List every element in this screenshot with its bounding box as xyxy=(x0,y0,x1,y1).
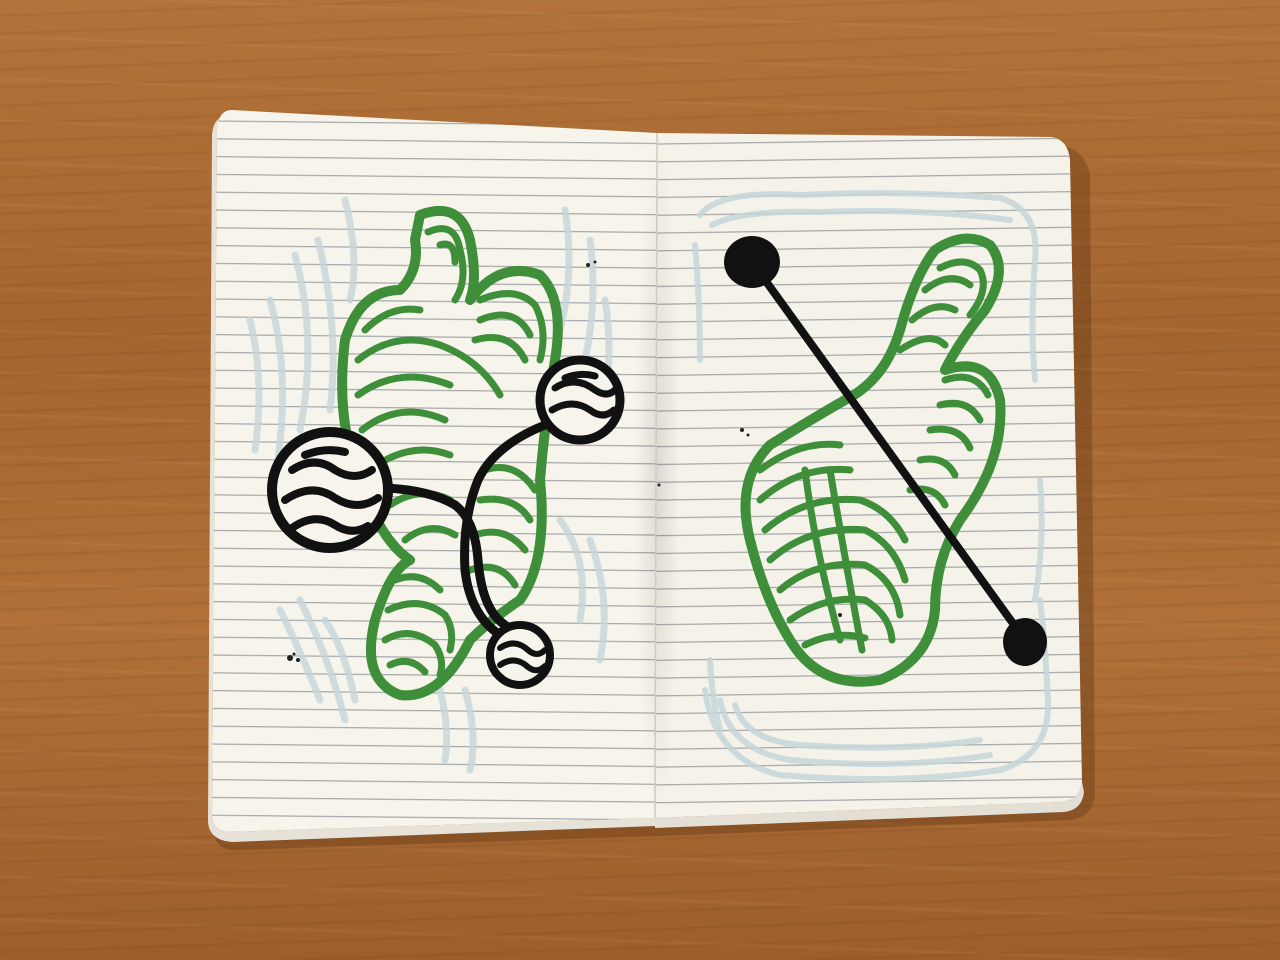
left-page-ruling xyxy=(212,115,657,832)
bottom-dot xyxy=(1003,618,1047,666)
photo-scene xyxy=(208,110,1095,850)
top-dot xyxy=(724,236,780,288)
spine-gutter xyxy=(635,130,680,822)
left-page xyxy=(212,110,657,832)
